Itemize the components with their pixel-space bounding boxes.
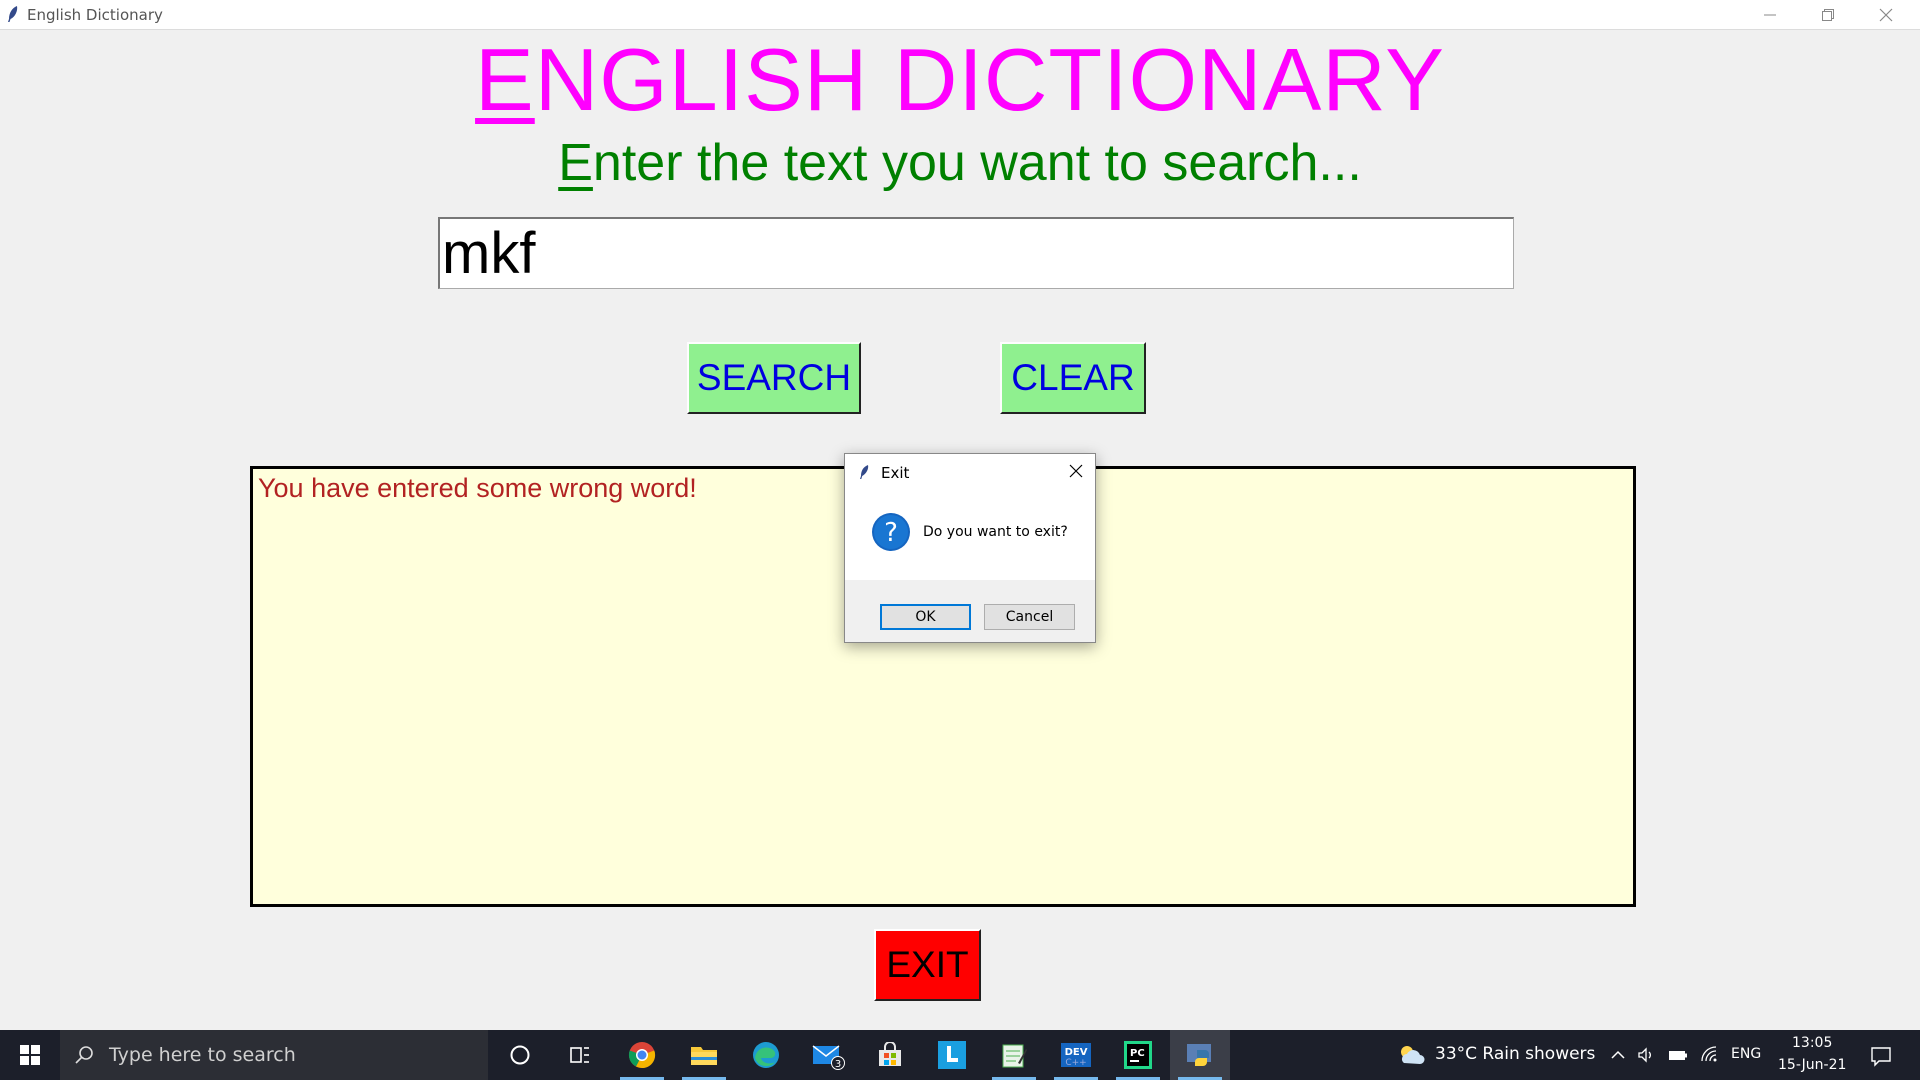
volume-icon[interactable] — [1636, 1045, 1656, 1065]
python-icon — [1187, 1044, 1211, 1066]
app-heading: ENGLISH DICTIONARY — [0, 30, 1920, 130]
restore-button[interactable] — [1799, 0, 1857, 29]
taskbar-pycharm[interactable]: PC — [1108, 1030, 1168, 1080]
search-button[interactable]: SEARCH — [687, 342, 861, 414]
taskbar-search-box[interactable]: Type here to search — [60, 1030, 488, 1080]
cortana-icon — [510, 1045, 530, 1065]
close-window-button[interactable] — [1857, 0, 1915, 29]
minimize-button[interactable] — [1741, 0, 1799, 29]
exit-button[interactable]: EXIT — [874, 929, 981, 1001]
clock-time[interactable]: 13:05 — [1792, 1035, 1832, 1051]
feather-icon — [8, 6, 18, 22]
svg-text:C++: C++ — [1065, 1058, 1086, 1068]
taskbar: Type here to search 3 DEV C++ PC 33°C Ra… — [0, 1030, 1920, 1080]
exit-dialog: Exit ? Do you want to exit? OK Cancel — [844, 453, 1096, 643]
clear-button[interactable]: CLEAR — [1000, 342, 1146, 414]
dialog-titlebar: Exit — [845, 454, 1095, 490]
subheading-rest: nter the text you want to search... — [592, 134, 1362, 192]
ok-button[interactable]: OK — [880, 604, 971, 630]
notepad-icon — [1002, 1044, 1027, 1068]
mail-badge: 3 — [835, 1059, 841, 1070]
start-button[interactable] — [0, 1030, 60, 1080]
question-icon: ? — [872, 513, 910, 551]
taskbar-l-app[interactable] — [922, 1030, 982, 1080]
taskbar-store[interactable] — [860, 1030, 920, 1080]
battery-icon[interactable] — [1668, 1045, 1688, 1065]
wifi-icon[interactable] — [1700, 1045, 1720, 1065]
file-explorer-icon — [691, 1047, 717, 1065]
taskbar-mail[interactable]: 3 — [798, 1030, 858, 1080]
store-icon — [879, 1042, 901, 1066]
subheading-underlined-letter: E — [558, 134, 593, 192]
dialog-body: ? Do you want to exit? — [845, 490, 1095, 580]
cortana-button[interactable] — [490, 1030, 550, 1080]
window-titlebar: English Dictionary — [0, 0, 1920, 30]
devcpp-icon: DEVC++ — [1061, 1043, 1091, 1068]
feather-icon — [860, 465, 869, 479]
svg-text:PC: PC — [1130, 1048, 1145, 1059]
heading-underlined-letter: E — [475, 30, 535, 129]
chevron-up-icon[interactable] — [1608, 1045, 1628, 1065]
clock-date[interactable]: 15-Jun-21 — [1778, 1057, 1846, 1073]
edge-icon — [753, 1042, 779, 1068]
pycharm-icon: PC — [1124, 1041, 1152, 1069]
chrome-icon — [628, 1042, 656, 1069]
taskbar-file-explorer[interactable] — [674, 1030, 734, 1080]
windows-logo-icon — [20, 1045, 40, 1065]
mail-icon: 3 — [812, 1045, 845, 1070]
weather-icon[interactable] — [1398, 1043, 1426, 1067]
notification-icon[interactable] — [1870, 1045, 1892, 1067]
dialog-message: Do you want to exit? — [923, 524, 1068, 540]
svg-text:?: ? — [884, 518, 898, 548]
taskbar-chrome[interactable] — [612, 1030, 672, 1080]
language-indicator[interactable]: ENG — [1731, 1046, 1761, 1062]
dialog-close-icon[interactable] — [1067, 462, 1085, 480]
taskbar-devcpp[interactable]: DEV C++ — [1046, 1030, 1106, 1080]
dialog-title: Exit — [881, 464, 910, 482]
restore-icon — [1822, 8, 1834, 21]
search-icon — [75, 1046, 93, 1064]
l-app-icon — [938, 1041, 966, 1069]
window-title: English Dictionary — [27, 6, 163, 24]
svg-text:DEV: DEV — [1065, 1047, 1088, 1058]
task-view-button[interactable] — [550, 1030, 610, 1080]
heading-rest: NGLISH DICTIONARY — [534, 30, 1445, 129]
taskbar-search-placeholder: Type here to search — [109, 1044, 296, 1066]
cancel-button[interactable]: Cancel — [984, 604, 1075, 630]
weather-text[interactable]: 33°C Rain showers — [1435, 1044, 1595, 1064]
close-icon — [1879, 8, 1893, 21]
search-input[interactable] — [438, 217, 1514, 289]
taskbar-notepad[interactable] — [984, 1030, 1044, 1080]
taskbar-edge[interactable] — [736, 1030, 796, 1080]
app-subheading: Enter the text you want to search... — [0, 132, 1920, 194]
task-view-icon — [570, 1047, 589, 1063]
taskbar-python[interactable] — [1170, 1030, 1230, 1080]
result-message: You have entered some wrong word! — [258, 473, 697, 503]
minimize-icon — [1764, 14, 1776, 15]
